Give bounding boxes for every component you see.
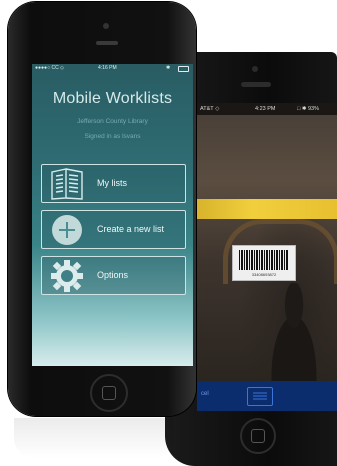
my-lists-label: My lists: [97, 178, 127, 188]
back-home-button[interactable]: [240, 418, 276, 454]
plus-circle-icon: [52, 215, 82, 245]
back-phone-camera: [252, 66, 258, 72]
barcode-label: 33408693872: [232, 245, 296, 281]
back-carrier: AT&T ◇: [200, 106, 220, 112]
carrier-signal: ●●●●○ CC ◇: [35, 65, 64, 71]
camera-viewfinder: 33408693872: [197, 115, 337, 393]
app-title: Mobile Worklists: [52, 90, 173, 107]
gear-icon: [51, 260, 83, 292]
front-phone-speaker: [96, 41, 118, 45]
barcode-scan-icon: [253, 392, 267, 400]
book-pages-icon: [51, 168, 83, 200]
front-phone-body: ●●●●○ CC ◇ 4:16 PM ✱ Mobile Worklists Je…: [8, 2, 196, 416]
phone-reflection: [14, 418, 174, 458]
signed-in-status: Signed in as lsvans: [84, 133, 141, 140]
back-time: 4:23 PM: [255, 106, 276, 112]
library-name: Jefferson County Library: [77, 118, 148, 125]
back-phone-screen: AT&T ◇ 4:23 PM □ ✱ 93% 33408693872 cel: [197, 103, 337, 411]
cancel-button[interactable]: cel: [201, 391, 209, 397]
back-phone-speaker: [241, 82, 271, 87]
status-time: 4:16 PM: [98, 65, 117, 71]
my-lists-button[interactable]: My lists: [41, 164, 186, 203]
front-phone-camera: [103, 23, 109, 29]
create-new-list-label: Create a new list: [97, 224, 165, 234]
create-new-list-button[interactable]: Create a new list: [41, 210, 186, 249]
photo-portrait: [259, 283, 329, 393]
scan-button[interactable]: [247, 387, 273, 406]
back-battery: □ ✱ 93%: [297, 106, 319, 112]
battery-icon: [178, 66, 189, 72]
options-button[interactable]: Options: [41, 256, 186, 295]
barcode-scan-band: [197, 199, 337, 219]
barcode-icon: [239, 250, 289, 270]
status-bar: ●●●●○ CC ◇ 4:16 PM ✱: [32, 64, 193, 73]
bluetooth-icon: ✱: [166, 65, 171, 71]
options-label: Options: [97, 270, 129, 280]
back-status-bar: AT&T ◇ 4:23 PM □ ✱ 93%: [197, 103, 337, 115]
front-phone-screen: ●●●●○ CC ◇ 4:16 PM ✱ Mobile Worklists Je…: [32, 64, 193, 366]
back-toolbar: cel: [197, 381, 337, 411]
barcode-number: 33408693872: [251, 272, 277, 277]
home-button[interactable]: [90, 374, 128, 412]
